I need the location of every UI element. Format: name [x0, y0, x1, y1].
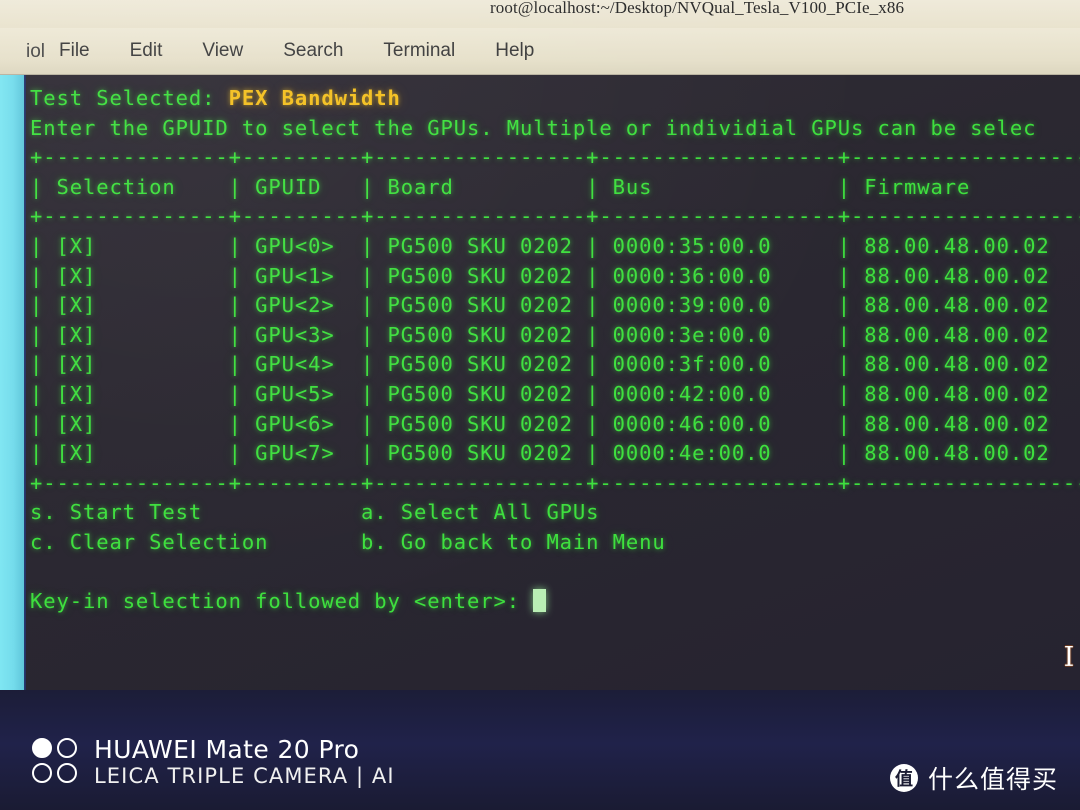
table-separator-top: +--------------+---------+--------------…	[30, 145, 1080, 170]
terminal-body[interactable]: Test Selected: PEX Bandwidth Enter the G…	[26, 75, 1080, 690]
lens-dot-3	[32, 763, 52, 784]
table-row[interactable]: | [X] | GPU<5> | PG500 SKU 0202 | 0000:4…	[30, 380, 1080, 410]
menu-item-search[interactable]: Search	[279, 38, 347, 64]
menu-line-start-and-selectall[interactable]: s. Start Test a. Select All GPUs	[30, 498, 1080, 528]
lens-dot-2	[57, 738, 77, 759]
table-separator-bottom: +--------------+---------+--------------…	[30, 470, 1080, 495]
table-header-row: | Selection | GPUID | Board | Bus | Firm…	[30, 174, 1080, 199]
prompt-line[interactable]: Key-in selection followed by <enter>:	[30, 587, 1080, 617]
table-row[interactable]: | [X] | GPU<6> | PG500 SKU 0202 | 0000:4…	[30, 410, 1080, 440]
lens-dot-4	[57, 763, 77, 784]
watermark-text-block: HUAWEI Mate 20 Pro LEICA TRIPLE CAMERA |…	[94, 735, 395, 788]
prompt-label: Key-in selection followed by <enter>:	[30, 589, 534, 614]
menu-item-edit[interactable]: Edit	[126, 38, 167, 64]
menu-item-view[interactable]: View	[198, 38, 247, 64]
table-row[interactable]: | [X] | GPU<0> | PG500 SKU 0202 | 0000:3…	[30, 232, 1080, 262]
menu-line-clear-and-goback[interactable]: c. Clear Selection b. Go back to Main Me…	[30, 528, 1080, 558]
table-row[interactable]: | [X] | GPU<3> | PG500 SKU 0202 | 0000:3…	[30, 321, 1080, 351]
camera-lenses-icon	[32, 738, 80, 786]
phone-model-label: HUAWEI Mate 20 Pro	[94, 735, 360, 764]
smzdm-site-name: 什么值得买	[927, 765, 1058, 794]
smzdm-badge-icon: 值	[889, 764, 918, 792]
menu-item-terminal[interactable]: Terminal	[379, 38, 459, 64]
menu-bar: File Edit View Search Terminal Help	[0, 28, 1080, 75]
mouse-ibeam-cursor: I	[1063, 642, 1075, 673]
title-bar: root@localhost:~/Desktop/NVQual_Tesla_V1…	[0, 0, 1080, 28]
table-row[interactable]: | [X] | GPU<1> | PG500 SKU 0202 | 0000:3…	[30, 262, 1080, 292]
left-window-edge-strip	[0, 0, 24, 810]
gpu-table-rows: | [X] | GPU<0> | PG500 SKU 0202 | 0000:3…	[30, 232, 1080, 469]
camera-tagline-label: LEICA TRIPLE CAMERA | AI	[94, 763, 395, 788]
table-row[interactable]: | [X] | GPU<4> | PG500 SKU 0202 | 0000:3…	[30, 350, 1080, 380]
smzdm-watermark: 值 什么值得买	[889, 760, 1058, 796]
window-title: root@localhost:~/Desktop/NVQual_Tesla_V1…	[490, 0, 905, 17]
instruction-line: Enter the GPUID to select the GPUs. Mult…	[30, 115, 1037, 140]
test-selected-value: PEX Bandwidth	[228, 86, 401, 110]
table-row[interactable]: | [X] | GPU<7> | PG500 SKU 0202 | 0000:4…	[30, 439, 1080, 469]
test-selected-label: Test Selected:	[30, 86, 229, 110]
clipped-background-window-label: iol	[26, 40, 46, 62]
spacer-line	[30, 558, 1080, 588]
test-selected-line: Test Selected: PEX Bandwidth	[30, 84, 1080, 114]
huawei-watermark: HUAWEI Mate 20 Pro LEICA TRIPLE CAMERA |…	[32, 735, 395, 788]
text-cursor	[533, 589, 547, 613]
table-separator-header: +--------------+---------+--------------…	[30, 204, 1080, 229]
terminal-window: root@localhost:~/Desktop/NVQual_Tesla_V1…	[0, 0, 1080, 690]
monitor-photo: root@localhost:~/Desktop/NVQual_Tesla_V1…	[0, 0, 1080, 810]
lens-dot-1	[32, 738, 52, 759]
menu-item-file[interactable]: File	[55, 38, 94, 64]
table-row[interactable]: | [X] | GPU<2> | PG500 SKU 0202 | 0000:3…	[30, 291, 1080, 321]
menu-item-help[interactable]: Help	[491, 38, 538, 64]
